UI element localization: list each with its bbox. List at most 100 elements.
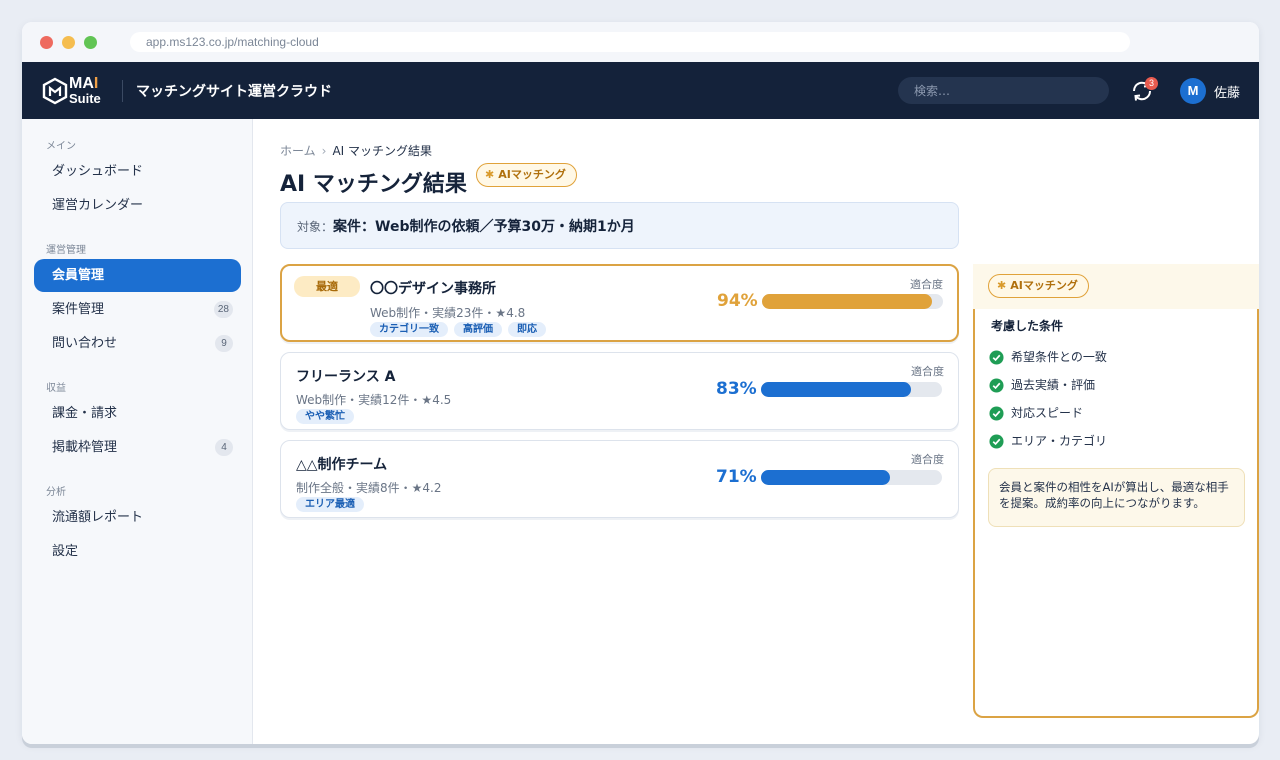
- count-badge: 4: [215, 439, 233, 456]
- check-circle-icon: [989, 406, 1004, 421]
- sidebar: メイン ダッシュボード 運営カレンダー 運営管理 会員管理 案件管理 28 問い合…: [22, 119, 253, 744]
- result-tags: カテゴリ一致 高評価 即応: [370, 322, 546, 337]
- close-window-button[interactable]: [40, 36, 53, 49]
- browser-toolbar: app.ms123.co.jp/matching-cloud: [22, 22, 1259, 62]
- browser-window: app.ms123.co.jp/matching-cloud MAI Suite…: [22, 22, 1259, 744]
- sidebar-item-label: 運営カレンダー: [52, 198, 144, 213]
- result-meta: 制作全般・実績8件・★4.2: [296, 481, 442, 495]
- app-title: マッチングサイト運営クラウド: [136, 84, 332, 100]
- address-bar[interactable]: app.ms123.co.jp/matching-cloud: [130, 32, 1130, 52]
- sidebar-section-revenue: 収益: [46, 383, 66, 394]
- count-badge: 28: [213, 301, 233, 318]
- fit-bar-track: [762, 294, 943, 309]
- result-name: △△制作チーム: [296, 457, 388, 473]
- logo-hexagon-icon: [42, 77, 68, 105]
- check-circle-icon: [989, 434, 1004, 449]
- sidebar-item-members[interactable]: 会員管理: [34, 259, 241, 292]
- result-card-2[interactable]: フリーランス A Web制作・実績12件・★4.5 やや繁忙 適合度 83%: [280, 352, 959, 430]
- target-project-box: 対象：案件：Web制作の依頼／予算30万・納期1か月: [280, 202, 959, 249]
- sidebar-item-label: 設定: [52, 544, 79, 559]
- tag-chip: カテゴリ一致: [370, 322, 448, 337]
- result-tags: エリア最適: [296, 497, 364, 512]
- result-card-3[interactable]: △△制作チーム 制作全般・実績8件・★4.2 エリア最適 適合度 71%: [280, 440, 959, 518]
- ai-matching-badge: ✱ AIマッチング: [476, 163, 577, 187]
- header-divider: [122, 80, 123, 102]
- panel-ai-badge: ✱ AIマッチング: [988, 274, 1089, 298]
- sidebar-item-label: 問い合わせ: [52, 336, 118, 351]
- sidebar-section-analytics: 分析: [46, 487, 66, 498]
- sidebar-item-label: 課金・請求: [52, 406, 118, 421]
- sidebar-item-label: ダッシュボード: [52, 164, 144, 179]
- fit-score: 94%: [717, 291, 758, 311]
- sidebar-item-label: 案件管理: [52, 302, 105, 317]
- sidebar-item-dashboard[interactable]: ダッシュボード: [34, 155, 241, 188]
- tag-chip: 高評価: [454, 322, 502, 337]
- sparkle-icon: ✱: [997, 279, 1007, 292]
- result-meta: Web制作・実績23件・★4.8: [370, 306, 526, 320]
- condition-item: エリア・カテゴリ: [989, 433, 1107, 449]
- search-input[interactable]: [898, 77, 1109, 104]
- breadcrumb-current: AI マッチング結果: [332, 144, 433, 158]
- tag-chip: エリア最適: [296, 497, 364, 512]
- result-name: フリーランス A: [296, 369, 396, 385]
- logo-suite-text: Suite: [69, 91, 101, 106]
- logo-ai-text: I: [93, 75, 99, 92]
- check-circle-icon: [989, 350, 1004, 365]
- logo-ma-text: MA: [69, 75, 94, 92]
- condition-label: 対応スピード: [1011, 406, 1084, 420]
- minimize-window-button[interactable]: [62, 36, 75, 49]
- sidebar-item-label: 会員管理: [52, 268, 105, 283]
- best-badge: 最適: [294, 276, 360, 297]
- condition-label: 過去実績・評価: [1011, 378, 1096, 392]
- fit-bar-fill: [761, 382, 912, 397]
- check-circle-icon: [989, 378, 1004, 393]
- sidebar-item-label: 掲載枠管理: [52, 440, 118, 455]
- fit-score: 71%: [716, 467, 757, 487]
- sidebar-section-main: メイン: [46, 141, 76, 152]
- fit-bar-track: [761, 470, 942, 485]
- breadcrumb-home[interactable]: ホーム: [280, 144, 316, 158]
- fit-label: 適合度: [910, 278, 943, 291]
- target-label: 対象：: [297, 220, 334, 234]
- breadcrumb-separator: ›: [321, 144, 327, 158]
- ai-badge-label: AIマッチング: [498, 168, 566, 181]
- tag-chip: やや繁忙: [296, 409, 354, 424]
- result-meta: Web制作・実績12件・★4.5: [296, 393, 452, 407]
- result-tags: やや繁忙: [296, 409, 354, 424]
- sidebar-item-listing-slots[interactable]: 掲載枠管理 4: [34, 431, 241, 464]
- fit-bar-track: [761, 382, 942, 397]
- fit-label: 適合度: [911, 365, 944, 378]
- result-card-1[interactable]: 最適 〇〇デザイン事務所 Web制作・実績23件・★4.8 カテゴリ一致 高評価…: [280, 264, 959, 342]
- sidebar-item-label: 流通額レポート: [52, 510, 144, 525]
- sidebar-item-projects[interactable]: 案件管理 28: [34, 293, 241, 326]
- fit-score: 83%: [716, 379, 757, 399]
- condition-label: エリア・カテゴリ: [1011, 434, 1108, 448]
- condition-item: 過去実績・評価: [989, 377, 1095, 393]
- user-name[interactable]: 佐藤: [1214, 82, 1240, 101]
- sidebar-section-operations: 運営管理: [46, 245, 86, 256]
- fit-label: 適合度: [911, 453, 944, 466]
- fit-bar-fill: [761, 470, 890, 485]
- condition-item: 希望条件との一致: [989, 349, 1107, 365]
- maximize-window-button[interactable]: [84, 36, 97, 49]
- panel-note: 会員と案件の相性をAIが算出し、最適な相手を提案。成約率の向上につながります。: [988, 468, 1245, 527]
- sidebar-item-settings[interactable]: 設定: [34, 535, 241, 568]
- app-header: MAI Suite マッチングサイト運営クラウド 3 M 佐藤: [22, 62, 1259, 119]
- target-value: 案件：Web制作の依頼／予算30万・納期1か月: [333, 219, 635, 235]
- avatar[interactable]: M: [1180, 78, 1206, 104]
- count-badge: 9: [215, 335, 233, 352]
- notification-badge: 3: [1145, 77, 1158, 90]
- sparkle-icon: ✱: [485, 168, 495, 181]
- sidebar-item-gmv-report[interactable]: 流通額レポート: [34, 501, 241, 534]
- sidebar-item-billing[interactable]: 課金・請求: [34, 397, 241, 430]
- app-logo[interactable]: MAI Suite: [42, 75, 106, 107]
- fit-bar-fill: [762, 294, 933, 309]
- sidebar-item-inquiries[interactable]: 問い合わせ 9: [34, 327, 241, 360]
- tag-chip: 即応: [508, 322, 546, 337]
- condition-label: 希望条件との一致: [1011, 350, 1107, 364]
- condition-item: 対応スピード: [989, 405, 1083, 421]
- result-name: 〇〇デザイン事務所: [370, 281, 496, 297]
- page-title: AI マッチング結果: [280, 172, 467, 197]
- sidebar-item-calendar[interactable]: 運営カレンダー: [34, 189, 241, 222]
- panel-badge-label: AIマッチング: [1010, 279, 1078, 292]
